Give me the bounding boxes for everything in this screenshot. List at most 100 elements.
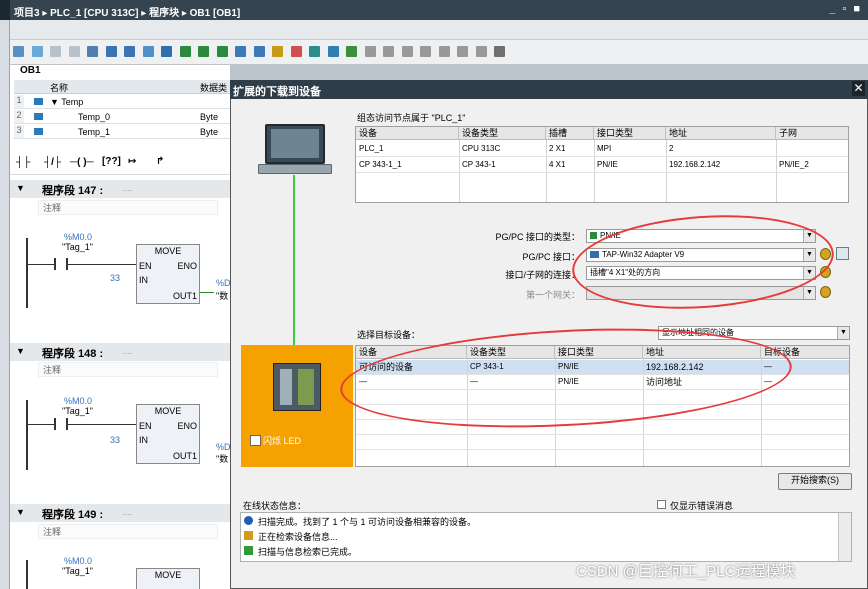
subnet-label: 接口/子网的连接： (505, 270, 580, 280)
config-cell: 192.168.2.142 (669, 160, 721, 169)
status-scrollbar[interactable] (838, 513, 851, 561)
config-cell: 2 X1 (549, 144, 566, 153)
temp-icon (34, 128, 43, 135)
network-header[interactable]: ▼ 程序段 149 : .... (10, 504, 230, 522)
status-log: 扫描完成。找到了 1 个与 1 可访问设备相兼容的设备。 正在检索设备信息...… (240, 512, 852, 562)
move-box[interactable]: MOVE EN ENO IN OUT1 (136, 404, 200, 464)
compare-icon[interactable] (68, 46, 80, 57)
view-icon[interactable] (161, 46, 173, 57)
bookmark-icon[interactable] (457, 46, 469, 57)
pgpc-interface-label: PG/PC 接口： (522, 252, 580, 262)
move-box[interactable]: MOVE (136, 568, 200, 589)
window-titlebar: 项目3 ▸ PLC_1 [CPU 313C] ▸ 程序块 ▸ OB1 [OB1]… (0, 0, 868, 20)
run-icon[interactable] (346, 46, 358, 57)
align-icon[interactable] (401, 46, 413, 57)
breadcrumb[interactable]: 项目3 ▸ PLC_1 [CPU 313C] ▸ 程序块 ▸ OB1 [OB1] (14, 4, 240, 19)
gateway-label: 第一个网关： (525, 290, 580, 300)
config-cell: CPU 313C (462, 144, 501, 153)
config-table: 设备 设备类型 插槽 接口类型 地址 子网 PLC_1 CPU 313C 2 X… (355, 126, 849, 203)
expand-icon[interactable] (235, 46, 247, 57)
monitor-icon[interactable] (272, 46, 284, 57)
insert-network-icon[interactable] (87, 46, 99, 57)
network-header[interactable]: ▼ 程序段 148 : .... (10, 343, 230, 361)
interface-row[interactable]: 1 ▼ Temp (14, 95, 230, 109)
breakpoint-icon[interactable] (290, 46, 302, 57)
tag3-icon[interactable] (216, 46, 228, 57)
status-message: 扫描完成。找到了 1 个与 1 可访问设备相兼容的设备。 (258, 517, 477, 527)
network-comment[interactable]: 注释 (38, 200, 218, 215)
errors-only-checkbox[interactable] (657, 500, 666, 509)
temp-icon (34, 98, 43, 105)
plc-device-icon (273, 363, 321, 411)
goto-icon[interactable] (309, 46, 321, 57)
box-icon[interactable]: [??] (102, 156, 121, 167)
left-collapsed-panel[interactable] (0, 20, 10, 589)
outdent-icon[interactable] (383, 46, 395, 57)
laptop-base (258, 164, 332, 174)
check-icon (244, 546, 253, 555)
target-label: 选择目标设备： (357, 330, 421, 340)
info-icon (244, 516, 253, 525)
no-contact-icon[interactable]: ┤├ (16, 157, 30, 168)
branch-open-icon[interactable]: ↦ (128, 156, 136, 167)
indent-icon[interactable] (364, 46, 376, 57)
contact[interactable] (54, 418, 68, 430)
contact[interactable] (54, 258, 68, 270)
collapse-icon[interactable]: ▼ (16, 183, 25, 193)
move-box[interactable]: MOVE EN ENO IN OUT1 (136, 244, 200, 304)
config-cell: 4 X1 (549, 160, 566, 169)
download-icon[interactable] (13, 46, 24, 57)
power-rail (26, 560, 28, 589)
grid-icon[interactable] (124, 46, 136, 57)
comment-icon[interactable] (420, 46, 432, 57)
interface-row[interactable]: 3 Temp_1 Byte (14, 125, 230, 139)
start-search-button[interactable]: 开始搜索(S) (778, 473, 852, 490)
config-cell: CP 343-1_1 (359, 160, 402, 169)
device-panel: 闪烁 LED (241, 345, 353, 467)
config-cell: PLC_1 (359, 144, 384, 153)
config-caption: 组态访问节点属于 "PLC_1" (357, 113, 466, 123)
nc-contact-icon[interactable]: ┤/├ (44, 157, 61, 168)
collapse-icon[interactable] (253, 46, 265, 57)
coil-icon[interactable]: ─( )─ (70, 157, 94, 168)
ladder-toolbar: ┤├ ┤/├ ─( )─ [??] ↦ ↱ (10, 150, 230, 175)
list-icon[interactable] (105, 46, 117, 57)
network-comment[interactable]: 注释 (38, 362, 218, 377)
errors-only-label: 仅显示错误消息 (670, 501, 734, 511)
dialog-title: 扩展的下载到设备 (233, 86, 321, 98)
flash-led-checkbox[interactable] (250, 435, 261, 446)
properties-icon[interactable] (820, 286, 831, 298)
titlebar-left-handle (0, 0, 10, 20)
table-icon[interactable] (142, 46, 154, 57)
tag2-icon[interactable] (198, 46, 210, 57)
find-icon[interactable] (475, 46, 487, 57)
watermark: CSDN @巨控何工_PLC远程模块 (576, 563, 796, 580)
help-icon[interactable] (494, 46, 506, 57)
uncomment-icon[interactable] (438, 46, 450, 57)
network-comment[interactable]: 注释 (38, 524, 218, 539)
stop-icon[interactable] (327, 46, 339, 57)
diagnostics-icon[interactable] (836, 247, 849, 260)
upload-icon[interactable] (31, 46, 43, 57)
chevron-down-icon[interactable]: ▼ (837, 327, 849, 339)
status-message: 扫描与信息检索已完成。 (258, 547, 358, 557)
temp-icon (34, 113, 43, 120)
interface-header: 名称 数据类 (14, 80, 230, 94)
chevron-down-icon[interactable]: ▼ (803, 287, 815, 299)
branch-close-icon[interactable]: ↱ (156, 156, 164, 167)
pg-laptop-icon (265, 124, 325, 164)
window-controls[interactable]: _ ▫ ■ (829, 3, 862, 15)
editor-strip (10, 20, 868, 40)
interface-row[interactable]: 2 Temp_0 Byte (14, 110, 230, 124)
col-type: 数据类 (200, 83, 228, 93)
config-cell: MPI (597, 144, 612, 153)
editor-toolbar (10, 40, 868, 65)
tag-icon[interactable] (179, 46, 191, 57)
network-header[interactable]: ▼ 程序段 147 : .... (10, 180, 230, 198)
close-icon[interactable]: ✕ (852, 81, 865, 96)
compile-icon[interactable] (50, 46, 62, 57)
power-rail (26, 238, 28, 308)
col-name: 名称 (50, 83, 69, 93)
collapse-icon[interactable]: ▼ (16, 346, 25, 356)
collapse-icon[interactable]: ▼ (16, 507, 25, 517)
